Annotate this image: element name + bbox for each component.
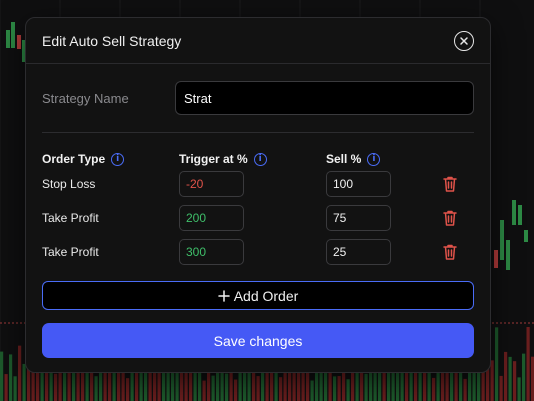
trash-icon[interactable]	[442, 175, 458, 193]
column-header-order-type: Order Type i	[42, 152, 125, 166]
add-order-button[interactable]: Add Order	[42, 281, 474, 310]
column-header-sell: Sell % i	[326, 152, 381, 166]
order-type-header-label: Order Type	[42, 152, 106, 166]
sell-input[interactable]	[326, 205, 391, 231]
info-icon[interactable]: i	[253, 152, 267, 166]
order-type-label: Take Profit	[42, 245, 99, 259]
strategy-name-row: Strategy Name	[42, 81, 474, 115]
order-type-label: Stop Loss	[42, 177, 96, 191]
order-row: Take Profit	[42, 239, 474, 265]
trigger-input[interactable]	[179, 205, 244, 231]
column-header-trigger: Trigger at % i	[179, 152, 267, 166]
plus-icon	[217, 289, 230, 302]
add-order-label: Add Order	[233, 287, 299, 304]
order-type-label: Take Profit	[42, 211, 99, 225]
sell-header-label: Sell %	[326, 152, 362, 166]
trigger-input[interactable]	[179, 239, 244, 265]
modal-title: Edit Auto Sell Strategy	[42, 32, 182, 49]
trash-icon[interactable]	[442, 243, 458, 261]
section-divider	[42, 132, 474, 133]
order-row: Stop Loss	[42, 171, 474, 197]
trigger-header-label: Trigger at %	[179, 152, 248, 166]
edit-strategy-modal: Edit Auto Sell Strategy Strategy Name Or…	[25, 17, 491, 373]
modal-header: Edit Auto Sell Strategy	[26, 18, 490, 64]
sell-input[interactable]	[326, 239, 391, 265]
info-icon[interactable]: i	[367, 152, 381, 166]
close-icon	[460, 36, 468, 45]
save-changes-label: Save changes	[213, 332, 303, 349]
save-changes-button[interactable]: Save changes	[42, 323, 474, 358]
trash-icon[interactable]	[442, 209, 458, 227]
strategy-name-label: Strategy Name	[42, 90, 129, 106]
trigger-input[interactable]	[179, 171, 244, 197]
sell-input[interactable]	[326, 171, 391, 197]
info-icon[interactable]: i	[111, 152, 125, 166]
order-row: Take Profit	[42, 205, 474, 231]
strategy-name-input[interactable]	[175, 81, 474, 115]
close-button[interactable]	[454, 30, 474, 51]
